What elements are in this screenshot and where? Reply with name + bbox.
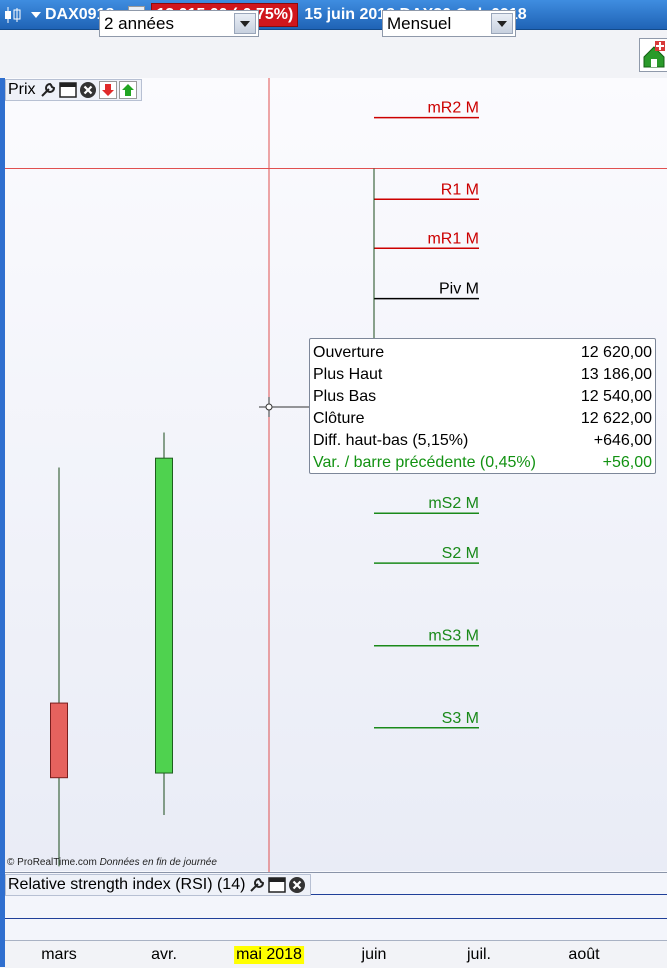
tooltip-row-open: Ouverture 12 620,00 [313,342,652,364]
close-icon[interactable] [288,876,306,894]
pivot-label: Piv M [439,281,479,298]
x-tick-label: mars [41,946,77,963]
pivot-label: S3 M [442,710,479,727]
crosshair [5,78,667,940]
candle-body[interactable] [155,457,173,774]
tooltip-row-close: Clôture 12 622,00 [313,408,652,430]
x-tick-label: juil. [466,946,492,963]
price-chart[interactable]: mR2 MR1 MmR1 MPiv MmS1 MS1 MmS2 MS2 MmS3… [0,0,667,967]
tooltip-row-range: Diff. haut-bas (5,15%) +646,00 [313,430,652,452]
candles [50,168,383,867]
data-note: Données en fin de journée [99,857,217,868]
x-tick-label: avr. [151,946,177,963]
x-tick-label: juin [361,946,387,963]
pivot-label: S2 M [442,545,479,562]
tooltip-label: Diff. haut-bas (5,15%) [313,432,469,449]
tooltip-label: Plus Haut [313,366,383,383]
tooltip-label: Var. / barre précédente (0,45%) [313,454,536,471]
copyright-source: © ProRealTime.com [7,857,97,868]
move-down-icon[interactable] [98,81,117,99]
tooltip-row-low: Plus Bas 12 540,00 [313,386,652,408]
close-icon[interactable] [79,81,97,99]
window-icon[interactable] [58,81,77,99]
tooltip-label: Clôture [313,410,365,427]
tooltip-value: 13 186,00 [580,366,652,383]
tooltip-value: 12 540,00 [580,388,652,405]
tooltip-row-high: Plus Haut 13 186,00 [313,364,652,386]
rsi-line-lower [5,918,667,919]
price-panel-header: Prix [5,79,142,101]
pivot-label: R1 M [441,181,479,198]
cursor-marker [265,403,273,411]
pivot-label: mR1 M [427,230,479,247]
pivot-label: mS2 M [428,495,479,512]
window-icon[interactable] [268,876,287,894]
panel-title: Prix [8,81,36,98]
tooltip-value: +56,00 [602,454,652,471]
copyright-note: © ProRealTime.com Données en fin de jour… [7,857,217,868]
ohlc-tooltip: Ouverture 12 620,00 Plus Haut 13 186,00 … [309,338,656,474]
tooltip-value: +646,00 [593,432,652,449]
wrench-icon[interactable] [39,81,57,99]
tooltip-label: Ouverture [313,344,385,361]
wrench-icon[interactable] [248,876,266,894]
move-up-icon[interactable] [118,81,137,99]
rsi-title: Relative strength index (RSI) (14) [8,876,246,893]
rsi-panel-header: Relative strength index (RSI) (14) [5,874,312,896]
pivot-label: mS3 M [428,628,479,645]
x-tick-label: mai 2018 [234,946,304,964]
tooltip-row-variation: Var. / barre précédente (0,45%) +56,00 [313,452,652,474]
candle-body[interactable] [50,702,68,779]
tooltip-value: 12 622,00 [580,410,652,427]
tooltip-value: 12 620,00 [580,344,652,361]
x-tick-label: août [568,946,600,963]
tooltip-label: Plus Bas [313,388,377,405]
pivot-label: mR2 M [427,100,479,117]
